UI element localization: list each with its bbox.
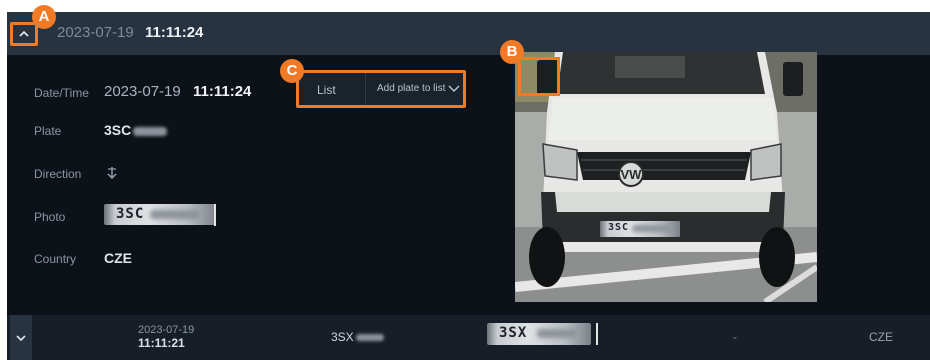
- vehicle-photo[interactable]: VW 3SC: [515, 52, 817, 302]
- header-date: 2023-07-19: [57, 24, 134, 41]
- header-time: 11:11:24: [145, 24, 204, 41]
- collapse-button[interactable]: [10, 22, 38, 46]
- plate-label: Plate: [34, 124, 62, 138]
- annotation-badge-b: B: [500, 40, 524, 64]
- detail-time: 11:11:24: [193, 83, 252, 100]
- plate-crop-image: 3SC: [104, 204, 216, 225]
- detection-highlight-box: [518, 57, 560, 96]
- annotation-badge-a: A: [32, 5, 56, 29]
- add-plate-to-list-dropdown[interactable]: Add plate to list: [377, 83, 445, 94]
- svg-text:VW: VW: [621, 167, 643, 182]
- row-direction: -: [733, 330, 737, 344]
- chevron-down-icon[interactable]: [447, 77, 461, 101]
- plate-value: 3SC: [104, 122, 168, 138]
- datetime-label: Date/Time: [34, 86, 89, 100]
- redacted-plate-digits: [133, 126, 168, 136]
- list-label: List: [317, 83, 336, 97]
- row-plate-image: 3SX: [487, 323, 591, 345]
- van-illustration: VW: [515, 52, 817, 302]
- redacted-plate-digits: [355, 334, 384, 342]
- country-value: CZE: [104, 250, 132, 266]
- row-time: 11:11:21: [138, 336, 185, 350]
- row-plate-edge: [596, 323, 598, 345]
- row-country: CZE: [869, 330, 893, 344]
- chevron-up-icon: [19, 30, 29, 37]
- row-date: 2023-07-19: [138, 324, 195, 336]
- approaching-direction-icon: [107, 167, 117, 179]
- plate-crop-edge: [214, 204, 216, 226]
- list-control[interactable]: List Add plate to list: [296, 70, 466, 108]
- row-plate: 3SX: [331, 330, 384, 344]
- vehicle-plate: 3SC: [599, 220, 681, 238]
- direction-label: Direction: [34, 167, 82, 181]
- annotation-badge-c: C: [280, 59, 304, 83]
- photo-label: Photo: [34, 210, 66, 224]
- detail-date: 2023-07-19: [104, 83, 181, 100]
- country-label: Country: [34, 252, 77, 266]
- chevron-down-icon[interactable]: [15, 333, 27, 343]
